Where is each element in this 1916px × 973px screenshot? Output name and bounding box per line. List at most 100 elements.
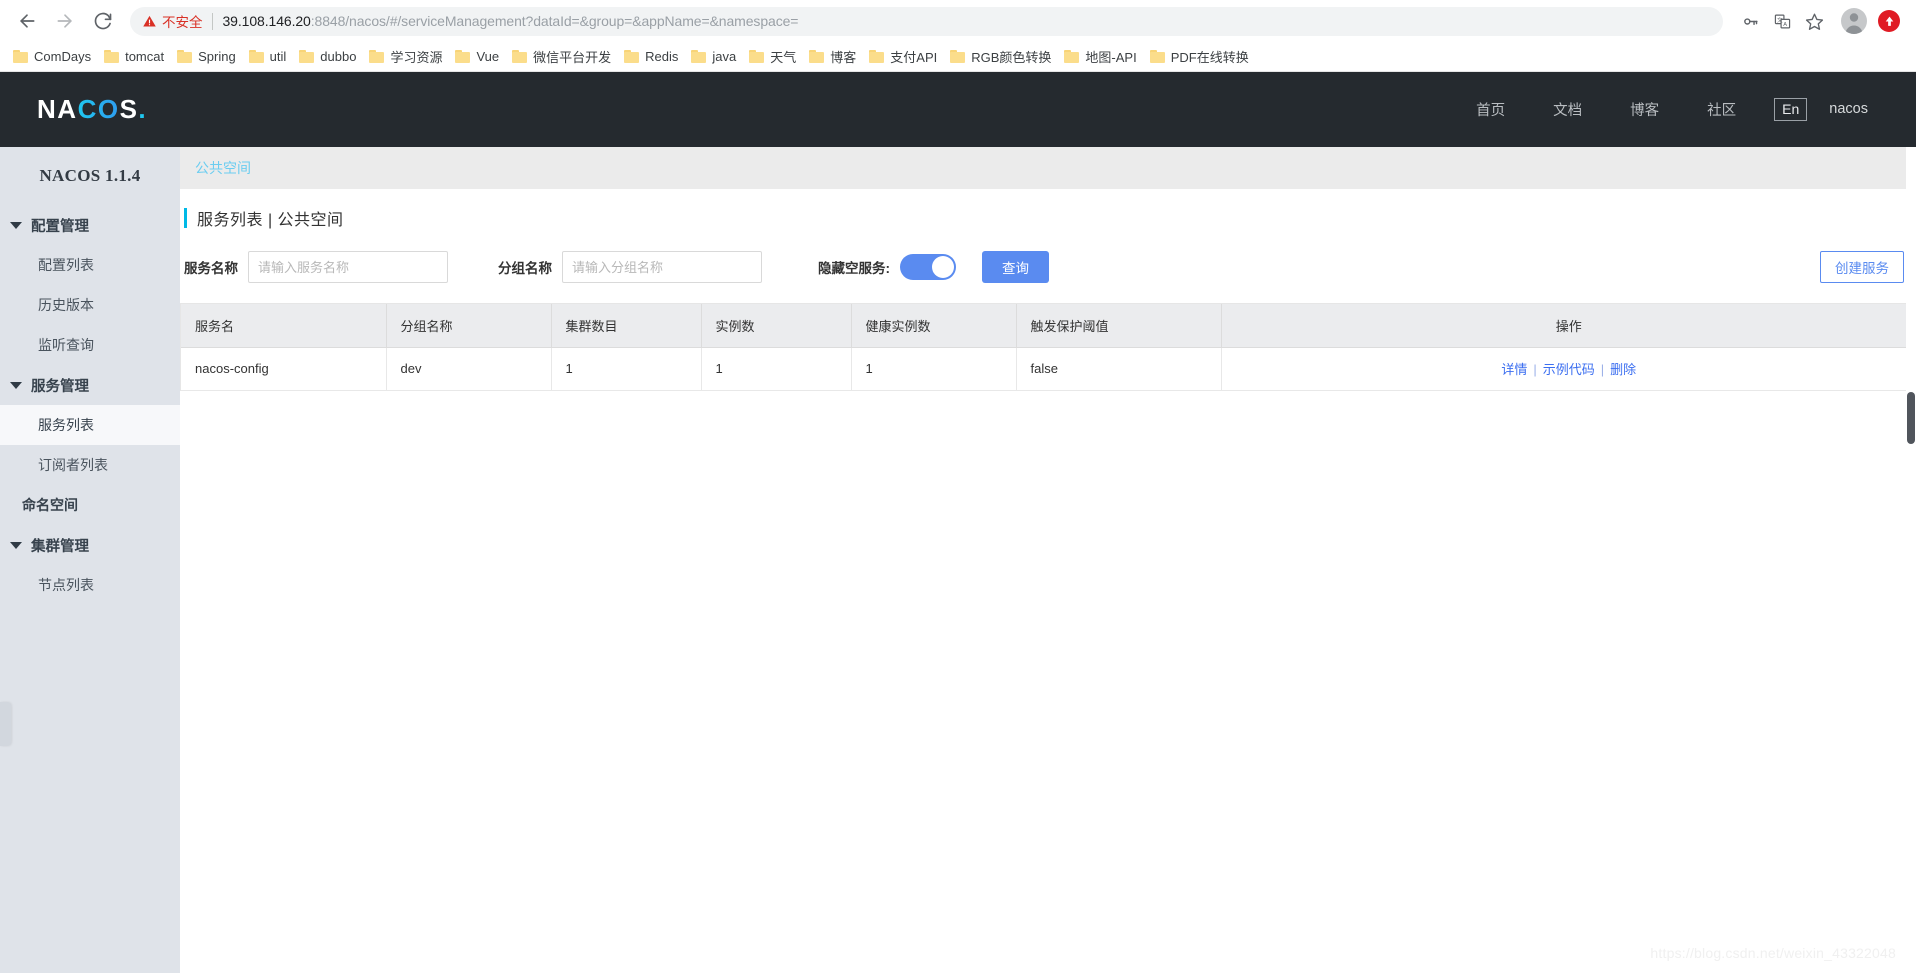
chevron-down-icon <box>10 541 22 549</box>
translate-icon[interactable]: 文 A <box>1767 6 1797 36</box>
bookmark-item[interactable]: java <box>686 46 744 67</box>
nacos-logo[interactable]: NA CO S. <box>37 94 147 125</box>
bookmark-item[interactable]: 支付API <box>864 44 945 69</box>
folder-icon <box>177 50 193 63</box>
service-name-input[interactable] <box>248 251 448 283</box>
top-nav-item-blog[interactable]: 博客 <box>1606 99 1683 120</box>
scrollbar-thumb[interactable] <box>1907 392 1915 444</box>
bookmark-item[interactable]: 地图-API <box>1059 44 1144 69</box>
svg-text:文: 文 <box>1776 15 1782 23</box>
top-nav-item-docs[interactable]: 文档 <box>1529 99 1606 120</box>
delete-link[interactable]: 删除 <box>1610 362 1636 377</box>
content-area: 公共空间 服务列表 | 公共空间 服务名称 分组名称 隐藏空服务: 查询 创建服… <box>180 147 1916 973</box>
cell-operations: 详情 | 示例代码 | 删除 <box>1221 347 1916 391</box>
cell-cluster-count: 1 <box>551 347 702 391</box>
sidebar-item-node-list[interactable]: 节点列表 <box>0 565 180 605</box>
query-button[interactable]: 查询 <box>982 251 1049 283</box>
logo-text-part1: NA <box>37 94 78 124</box>
bookmark-item[interactable]: 天气 <box>744 44 804 69</box>
sidebar-group-cluster-management[interactable]: 集群管理 <box>0 525 180 565</box>
sidebar-collapse-handle[interactable] <box>0 702 11 746</box>
bookmark-item[interactable]: Vue <box>450 46 507 67</box>
logo-text-part2: CO <box>77 94 120 124</box>
group-name-input[interactable] <box>562 251 762 283</box>
bookmark-item[interactable]: RGB颜色转换 <box>945 44 1059 69</box>
column-header-operations[interactable]: 操作 <box>1221 304 1916 348</box>
bookmark-label: Redis <box>645 49 679 64</box>
url-host: 39.108.146.20 <box>222 13 311 29</box>
folder-icon <box>1064 50 1080 63</box>
browser-toolbar: 不安全 39.108.146.20:8848/nacos/#/serviceMa… <box>0 0 1916 42</box>
bookmark-item[interactable]: util <box>244 46 295 67</box>
bookmark-label: 微信平台开发 <box>533 50 612 65</box>
folder-icon <box>624 50 640 63</box>
sidebar-group-config-management[interactable]: 配置管理 <box>0 205 180 245</box>
bookmark-item[interactable]: ComDays <box>8 46 99 67</box>
reload-icon[interactable] <box>86 4 120 38</box>
top-nav-item-community[interactable]: 社区 <box>1683 99 1760 120</box>
bookmark-item[interactable]: dubbo <box>294 46 364 67</box>
warning-triangle-icon <box>143 15 156 26</box>
sidebar-item-service-list[interactable]: 服务列表 <box>0 405 180 445</box>
action-separator: | <box>1533 362 1537 377</box>
column-header-instance-count[interactable]: 实例数 <box>701 304 852 348</box>
table-row[interactable]: nacos-config dev 1 1 1 false 详情 | 示例代码 | 删除 <box>181 347 1916 391</box>
sidebar-version-title: NACOS 1.1.4 <box>39 166 141 185</box>
create-service-button[interactable]: 创建服务 <box>1820 251 1904 283</box>
vertical-scrollbar[interactable] <box>1906 147 1916 973</box>
folder-icon <box>369 50 385 63</box>
back-arrow-icon[interactable] <box>10 4 44 38</box>
watermark-text: https://blog.csdn.net/weixin_43322048 <box>1650 945 1896 961</box>
bookmark-label: RGB颜色转换 <box>971 50 1052 65</box>
column-header-group-name[interactable]: 分组名称 <box>386 304 552 348</box>
bookmark-label: Vue <box>476 49 500 64</box>
folder-icon <box>869 50 885 63</box>
bookmark-label: java <box>712 49 737 64</box>
bookmark-item[interactable]: Redis <box>619 46 686 67</box>
extension-icon[interactable] <box>1878 10 1900 32</box>
sidebar-item-subscriber-list[interactable]: 订阅者列表 <box>0 445 180 485</box>
forward-arrow-icon[interactable] <box>48 4 82 38</box>
column-header-healthy-instance-count[interactable]: 健康实例数 <box>851 304 1017 348</box>
sidebar-group-service-management[interactable]: 服务管理 <box>0 365 180 405</box>
breadcrumb-namespace-link[interactable]: 公共空间 <box>195 158 251 178</box>
sample-code-link[interactable]: 示例代码 <box>1543 362 1595 377</box>
profile-avatar-icon[interactable] <box>1841 8 1867 34</box>
bookmark-item[interactable]: 学习资源 <box>364 44 450 69</box>
sidebar-item-namespace[interactable]: 命名空间 <box>0 485 180 525</box>
bookmark-label: PDF在线转换 <box>1170 50 1249 65</box>
security-status[interactable]: 不安全 <box>142 11 212 31</box>
bookmark-item[interactable]: tomcat <box>99 46 172 67</box>
sidebar-item-config-list[interactable]: 配置列表 <box>0 245 180 285</box>
top-nav-item-home[interactable]: 首页 <box>1452 99 1529 120</box>
bookmark-star-icon[interactable] <box>1799 6 1829 36</box>
column-header-cluster-count[interactable]: 集群数目 <box>551 304 702 348</box>
bookmark-item[interactable]: Spring <box>172 46 244 67</box>
bookmark-item[interactable]: 博客 <box>804 44 864 69</box>
bookmark-label: util <box>269 49 287 64</box>
bookmark-label: ComDays <box>34 49 92 64</box>
logo-text-part3: S <box>119 94 139 124</box>
language-toggle[interactable]: En <box>1774 97 1808 122</box>
bookmark-item[interactable]: 微信平台开发 <box>507 44 619 69</box>
page-title-row: 服务列表 | 公共空间 <box>180 195 1916 241</box>
bookmark-item[interactable]: PDF在线转换 <box>1145 44 1257 69</box>
page-title: 服务列表 | 公共空间 <box>197 212 344 229</box>
table-header-row: 服务名 分组名称 集群数目 实例数 健康实例数 触发保护阈值 操作 <box>181 304 1916 348</box>
detail-link[interactable]: 详情 <box>1501 362 1527 377</box>
sidebar-item-history-versions[interactable]: 历史版本 <box>0 285 180 325</box>
password-key-icon[interactable] <box>1735 6 1765 36</box>
top-nav: 首页 文档 博客 社区 En nacos <box>1452 97 1886 122</box>
hide-empty-service-toggle[interactable] <box>900 254 956 280</box>
url-text: 39.108.146.20:8848/nacos/#/serviceManage… <box>223 13 799 29</box>
user-menu[interactable]: nacos <box>1829 101 1886 117</box>
column-header-protect-threshold[interactable]: 触发保护阈值 <box>1016 304 1222 348</box>
address-bar[interactable]: 不安全 39.108.146.20:8848/nacos/#/serviceMa… <box>130 6 1723 36</box>
column-header-service-name[interactable]: 服务名 <box>181 304 387 348</box>
sidebar-item-listener-query[interactable]: 监听查询 <box>0 325 180 365</box>
folder-icon <box>691 50 707 63</box>
bookmark-label: 支付API <box>890 50 938 65</box>
url-path: :8848/nacos/#/serviceManagement?dataId=&… <box>310 13 799 29</box>
folder-icon <box>104 50 120 63</box>
folder-icon <box>13 50 28 63</box>
